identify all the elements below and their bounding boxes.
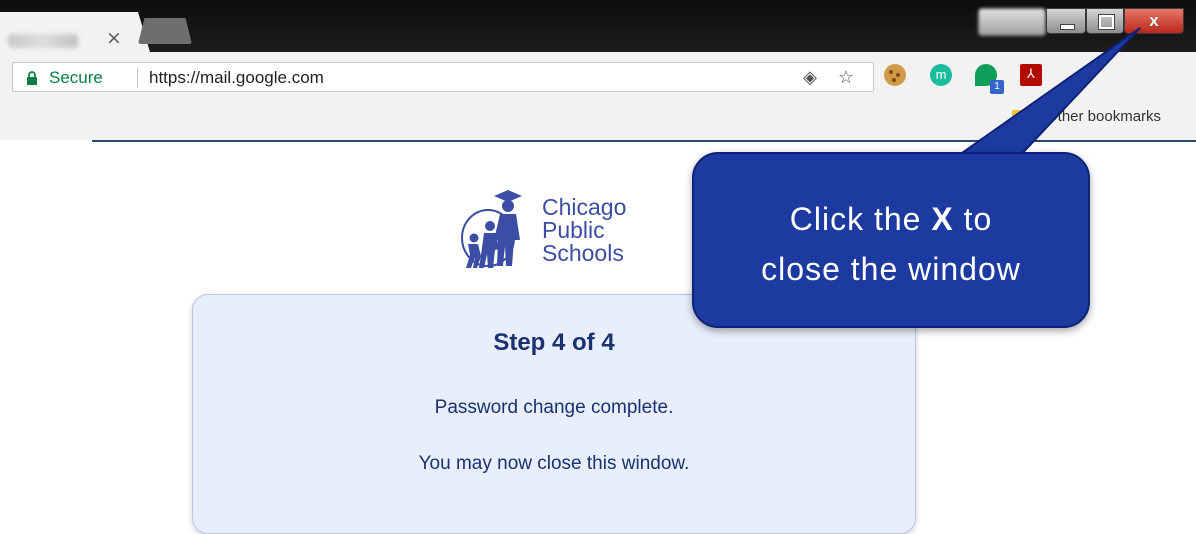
logo-line-2: Public — [542, 217, 605, 243]
step-title: Step 4 of 4 — [493, 329, 615, 356]
window-profile-blurred — [978, 8, 1046, 36]
completion-message: Password change complete. — [434, 397, 674, 418]
close-window-message: You may now close this window. — [418, 453, 690, 474]
url-text[interactable]: https://mail.google.com — [149, 68, 324, 88]
other-bookmarks-link[interactable]: Other bookmarks — [1046, 108, 1161, 125]
restore-icon — [1098, 14, 1115, 30]
tab-close-icon[interactable]: × — [104, 28, 124, 48]
minimize-button[interactable] — [1046, 8, 1086, 34]
eye-icon[interactable]: ◈ — [799, 67, 821, 89]
address-bar[interactable]: Secure https://mail.google.com ◈ ☆ — [12, 62, 874, 92]
browser-toolbar: Secure https://mail.google.com ◈ ☆ m 1 ⅄ — [0, 52, 1196, 104]
browser-tab-active[interactable]: × — [0, 12, 150, 52]
browser-title-bar: × x — [0, 0, 1196, 52]
star-icon[interactable]: ☆ — [835, 67, 857, 89]
callout-line-1: Click the X to — [789, 201, 993, 237]
cookie-extension-icon[interactable] — [884, 64, 906, 86]
logo-line-3: Schools — [542, 240, 624, 266]
extension-badge: 1 — [990, 80, 1004, 94]
tab-title-blurred — [8, 34, 78, 48]
omnibox-divider — [137, 68, 138, 88]
logo-line-1: Chicago — [542, 194, 627, 220]
callout-bold-x: X — [931, 201, 954, 237]
new-tab-button[interactable] — [138, 18, 192, 44]
minimize-icon — [1060, 24, 1075, 30]
status-card: Step 4 of 4 Password change complete. Yo… — [192, 294, 916, 534]
cps-logo-icon — [461, 190, 522, 268]
maximize-button[interactable] — [1086, 8, 1124, 34]
content-top-border — [92, 140, 1196, 142]
m-extension-icon[interactable]: m — [930, 64, 952, 86]
secure-label: Secure — [49, 68, 103, 87]
close-icon: x — [1149, 11, 1159, 30]
window-close-button[interactable]: x — [1124, 8, 1184, 34]
callout-line-2: close the window — [761, 251, 1021, 287]
bookmarks-bar: Other bookmarks — [0, 104, 1196, 140]
instruction-callout: Click the X to close the window — [692, 152, 1090, 328]
cps-logo-text: Chicago Public Schools — [542, 196, 626, 265]
pdf-extension-icon[interactable]: ⅄ — [1020, 64, 1042, 86]
folder-icon — [1012, 110, 1030, 124]
lock-icon — [27, 71, 37, 85]
